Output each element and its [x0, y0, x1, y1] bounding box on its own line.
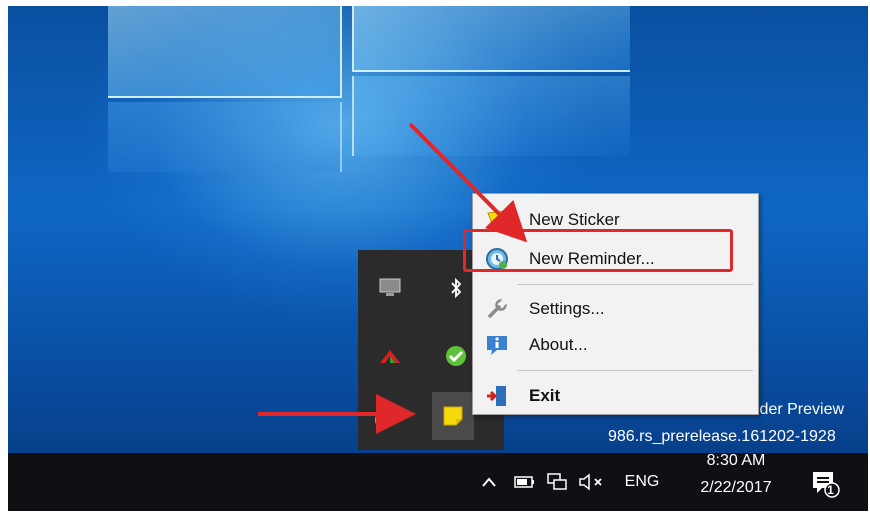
annotation-arrow-to-menu [408, 122, 528, 243]
annotation-arrows [258, 122, 528, 434]
